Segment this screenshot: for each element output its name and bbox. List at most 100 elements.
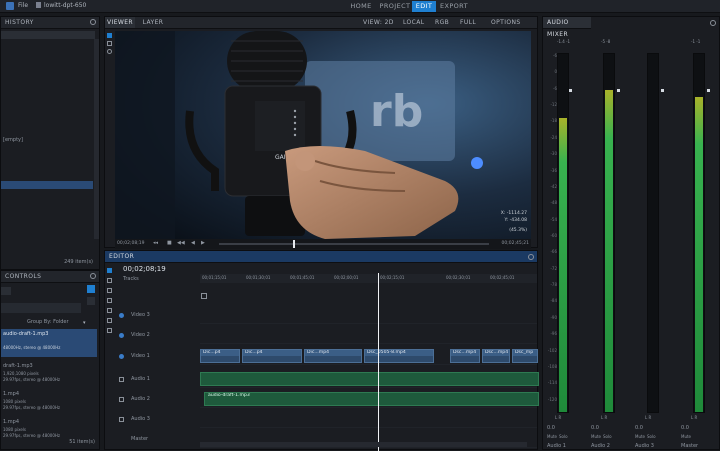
media-item-meta: 1080 pixels [3,427,27,432]
video-clip[interactable]: Dic...p4 [242,349,302,363]
channel-value[interactable]: 0.0 [547,425,555,431]
media-item[interactable]: draft-1.mp3 1,920,1080 pixels 29.97fps, … [1,361,97,387]
chevron-down-icon[interactable]: ▾ [83,320,86,326]
solo-button[interactable]: Solo [559,434,568,439]
gear-icon[interactable] [90,273,96,279]
db-scale-label: -120 [547,396,557,402]
full-dropdown[interactable]: FULL [460,17,476,29]
rewind-icon[interactable]: ◀◀ [177,240,185,246]
view-mode-dropdown[interactable]: VIEW: 2D [363,17,394,29]
fader-handle[interactable] [569,89,572,92]
controls-title: CONTROLS [1,271,99,283]
solo-button[interactable]: Solo [647,434,656,439]
editor-toolbar [201,265,241,299]
zoom-level[interactable]: (45.3%) [509,228,527,233]
speaker-icon[interactable] [119,397,124,402]
tab-home[interactable]: HOME [344,1,378,12]
history-item[interactable]: [empty] [3,137,23,143]
top-bar: File lowitt-dpt-650 HOME PROJECT EDIT EX… [0,0,720,13]
media-item[interactable]: 1.mp4 1080 pixels 29.97fps, stereo @ 480… [1,389,97,415]
channel-peak: -5 -8 [601,39,611,44]
eye-icon[interactable] [119,354,124,359]
gear-icon[interactable] [90,19,96,25]
local-dropdown[interactable]: LOCAL [403,17,425,29]
track-lane-audio-3[interactable] [200,410,537,428]
mute-button[interactable]: Mute [681,434,691,439]
video-clip[interactable]: Dsc_mp [512,349,538,363]
media-item[interactable]: 1.mp4 1080 pixels 29.97fps, stereo @ 480… [1,417,97,439]
tab-layer[interactable]: LAYER [139,17,167,29]
list-view-icon[interactable] [87,285,95,293]
speaker-icon[interactable] [119,377,124,382]
tab-export[interactable]: EXPORT [438,1,470,12]
prev-frame-icon[interactable]: ◂◂ [153,240,158,246]
scrubber-track[interactable] [219,243,489,245]
stop-icon[interactable]: ■ [167,240,172,246]
video-clip[interactable]: Dic...mp4 [304,349,362,363]
tab-edit[interactable]: EDIT [412,1,436,12]
mask-tool-icon[interactable] [107,49,112,54]
meter-lr-label: L R [645,415,652,420]
video-clip[interactable]: Dsc...mp4 [482,349,510,363]
history-item-selected[interactable] [1,181,93,189]
tab-project[interactable]: PROJECT [378,1,412,12]
track-lane-audio-2[interactable]: audio-draft-1.mp3 [200,390,539,408]
history-title: HISTORY [1,17,99,29]
speaker-icon[interactable] [119,417,124,422]
channel-value[interactable]: 0.0 [591,425,599,431]
media-item-selected[interactable]: audio-draft-1.mp3 48000Hz, stereo @ 4800… [1,329,97,357]
options-dropdown[interactable]: OPTIONS [491,17,521,29]
play-icon[interactable]: ▶ [201,240,205,246]
video-clip[interactable]: Dsc_0505-8.mp4 [364,349,434,363]
tab-viewer[interactable]: VIEWER [105,17,135,28]
channel-value[interactable]: 0.0 [635,425,643,431]
select-tool-icon[interactable] [107,33,112,38]
video-clip[interactable]: Dic...p4 [200,349,240,363]
track-header-master[interactable]: Master [105,430,200,448]
history-scrollbar[interactable] [94,39,99,239]
fader-handle[interactable] [661,89,664,92]
ruler-label: 00;02;15;01 [380,275,405,280]
editor-timecode[interactable]: 00;02;08;19 [123,265,166,273]
video-frame[interactable]: rb GAIN X: -1114.27 Y: -434.08 (45.3%) [115,31,531,239]
media-search-input[interactable] [1,303,81,313]
track-lane-video-3[interactable] [200,306,537,324]
video-image: rb GAIN [115,31,531,239]
track-lane-audio-1[interactable] [200,370,539,388]
track-lane-video-2[interactable] [200,326,537,344]
import-button[interactable] [1,287,11,295]
step-back-icon[interactable]: ◀ [191,240,195,246]
track-lane-video-1[interactable]: Dic...p4 Dic...p4 Dic...mp4 Dsc_0505-8.m… [200,347,538,365]
transform-tool-icon[interactable] [107,41,112,46]
mute-button[interactable]: Mute [591,434,601,439]
viewer-tools [105,31,114,71]
video-clip[interactable]: Dsc...mp4 [450,349,480,363]
media-item-meta: 29.97fps, stereo @ 48000Hz [3,433,60,438]
eye-icon[interactable] [119,313,124,318]
scrubber-handle[interactable] [293,240,295,248]
gear-icon[interactable] [528,254,534,260]
mute-button[interactable]: Mute [547,434,557,439]
playhead[interactable] [378,273,379,451]
fader-handle[interactable] [617,89,620,92]
slip-tool-icon[interactable] [107,288,112,293]
solo-button[interactable]: Solo [603,434,612,439]
group-by-dropdown[interactable]: Group By: Folder [27,319,69,325]
channel-value[interactable]: 0.0 [681,425,689,431]
grid-view-icon[interactable] [87,297,95,305]
file-menu[interactable]: File [18,2,28,9]
audio-clip[interactable] [200,372,539,386]
lock-icon[interactable] [201,293,207,299]
history-search-input[interactable] [1,31,95,39]
timeline-scrollbar[interactable] [200,442,527,447]
gear-icon[interactable] [710,20,716,26]
select-tool-icon[interactable] [107,268,112,273]
rgb-dropdown[interactable]: RGB [435,17,449,29]
eye-icon[interactable] [119,333,124,338]
timeline-ruler[interactable]: 00;01;15;01 00;01;30;01 00;01;45;01 00;0… [200,274,537,283]
audio-clip[interactable]: audio-draft-1.mp3 [204,392,539,406]
mute-button[interactable]: Mute [635,434,645,439]
slide-tool-icon[interactable] [107,298,112,303]
razor-tool-icon[interactable] [107,278,112,283]
fader-handle[interactable] [707,89,710,92]
